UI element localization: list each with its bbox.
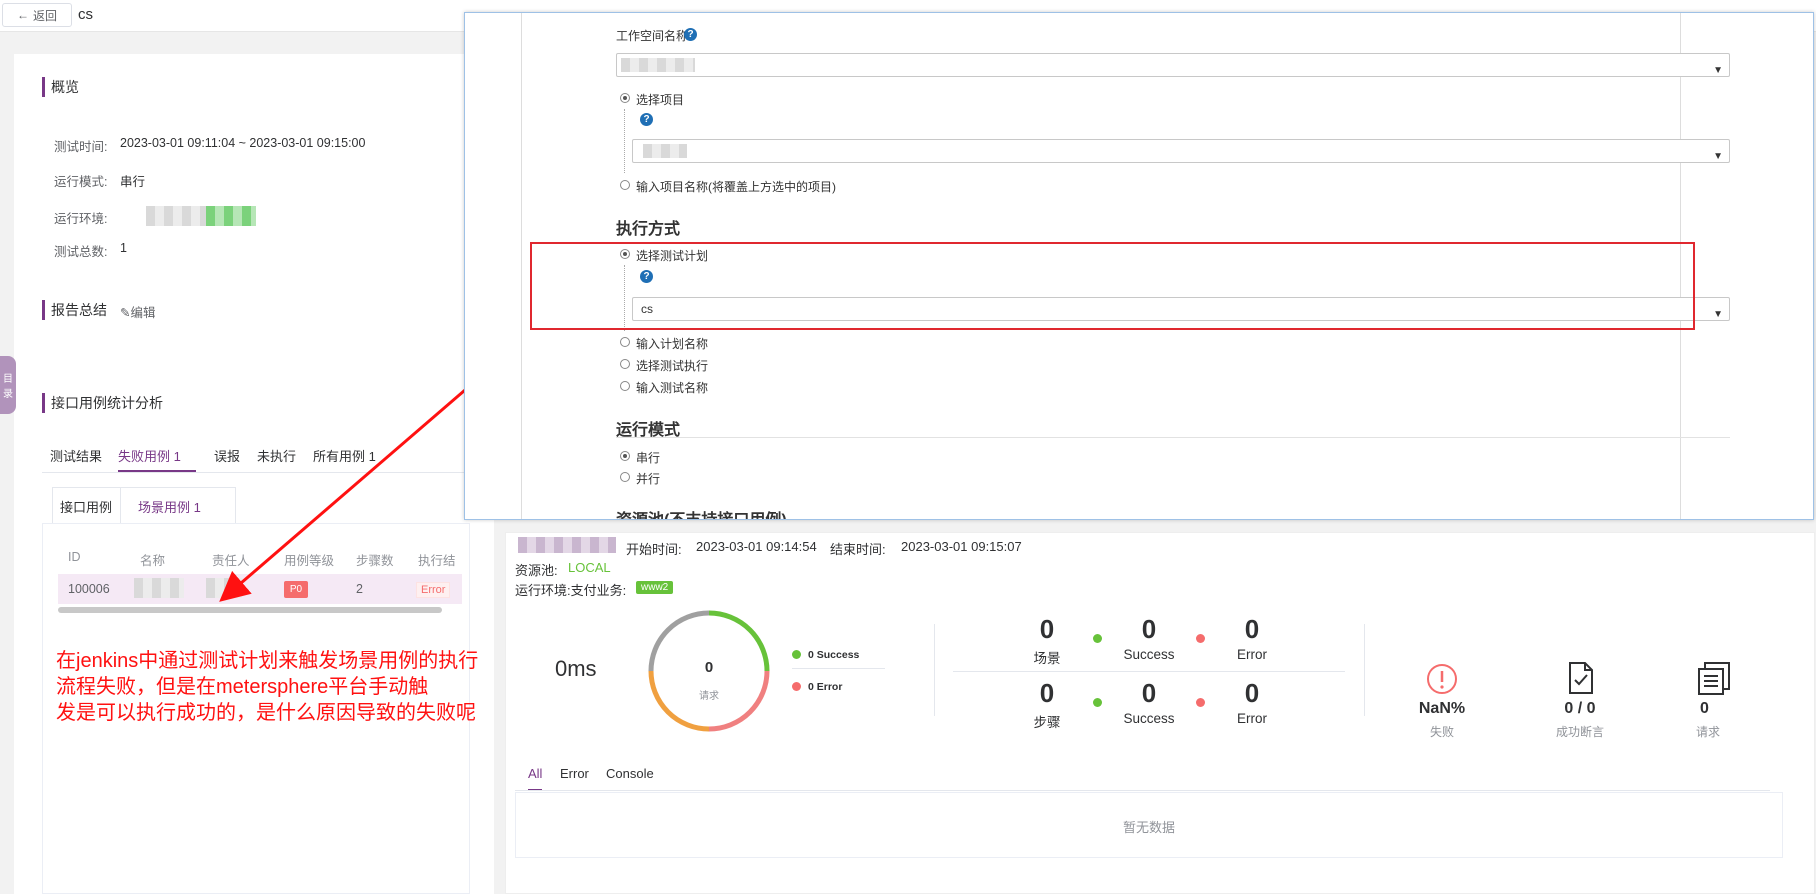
workspace-select[interactable]: ▼	[616, 53, 1730, 77]
serial-label: 串行	[636, 451, 661, 465]
help-icon[interactable]: ?	[640, 113, 653, 126]
project-value-redacted	[643, 144, 687, 158]
radio-select-project[interactable]	[620, 93, 630, 103]
select-exec-label: 选择测试执行	[636, 359, 709, 373]
select-project-label: 选择项目	[636, 93, 685, 107]
help-icon[interactable]: ?	[684, 28, 697, 41]
input-project-label: 输入项目名称(将覆盖上方选中的项目)	[636, 180, 836, 194]
chevron-down-icon: ▼	[1713, 151, 1723, 162]
workspace-label: 工作空间名称	[616, 29, 689, 43]
run-mode-divider	[616, 437, 1730, 438]
exec-mode-title: 执行方式	[616, 221, 681, 238]
resource-pool-title: 资源池(不支持接口用例)	[616, 506, 787, 519]
radio-input-test[interactable]	[620, 381, 630, 391]
project-select[interactable]: ▼	[632, 139, 1730, 163]
project-group-guide	[624, 109, 625, 173]
radio-input-plan[interactable]	[620, 337, 630, 347]
radio-select-exec[interactable]	[620, 359, 630, 369]
workspace-value-redacted	[621, 58, 695, 72]
radio-serial[interactable]	[620, 451, 630, 461]
input-test-label: 输入测试名称	[636, 381, 709, 395]
radio-parallel[interactable]	[620, 472, 630, 482]
chevron-down-icon: ▼	[1713, 65, 1723, 76]
highlight-box	[530, 242, 1695, 330]
radio-input-project[interactable]	[620, 180, 630, 190]
chevron-down-icon: ▼	[1713, 309, 1723, 320]
input-plan-label: 输入计划名称	[636, 337, 709, 351]
parallel-label: 并行	[636, 472, 661, 486]
